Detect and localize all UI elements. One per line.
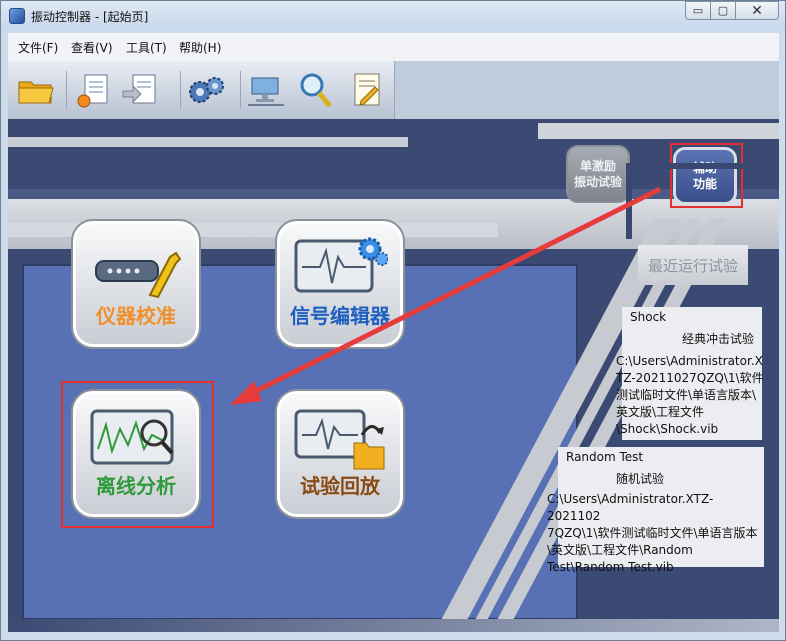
window-controls: ▭ ▢ ✕ [685,1,779,20]
window-title: 振动控制器 - [起始页] [31,10,149,24]
app-icon [9,8,25,24]
menu-file[interactable]: 文件(F) [18,39,58,56]
minimize-button[interactable]: ▭ [685,1,711,20]
menu-view[interactable]: 查看(V) [71,39,113,56]
close-icon: ✕ [751,2,763,19]
main-window: 振动控制器 - [起始页] ▭ ▢ ✕ 文件(F) 查看(V) 工具(T) 帮助… [0,0,786,641]
menu-tools[interactable]: 工具(T) [126,39,167,56]
start-page: 单激励 振动试验 辅助 功能 仪器校准 信号编辑器 离线分析 试验回放 最近运行… [8,61,779,632]
title-bar[interactable]: 振动控制器 - [起始页] ▭ ▢ ✕ [1,1,785,31]
maximize-icon: ▢ [717,4,729,17]
maximize-button[interactable]: ▢ [710,1,736,20]
close-button[interactable]: ✕ [735,1,779,20]
menu-bar: 文件(F) 查看(V) 工具(T) 帮助(H) [8,33,779,61]
annotation-arrow [230,186,662,405]
menu-help[interactable]: 帮助(H) [179,39,221,56]
minimize-icon: ▭ [692,4,704,17]
